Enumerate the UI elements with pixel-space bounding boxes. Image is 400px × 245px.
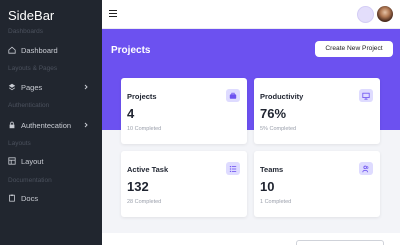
lock-icon (8, 121, 16, 129)
card-subtext: 5% Completed (260, 126, 297, 132)
stat-card-productivity: Productivity 76% 5% Completed (254, 78, 380, 144)
users-icon (359, 162, 373, 175)
card-value: 4 (127, 106, 135, 121)
create-new-project-button[interactable]: Create New Project (315, 41, 393, 57)
section-label-layouts-pages: Layouts & Pages (8, 65, 58, 72)
card-value: 10 (260, 179, 275, 194)
stat-card-active-task: Active Task 132 28 Completed (121, 151, 247, 217)
clipboard-icon (8, 194, 16, 202)
sidebar-item-label: Pages (21, 82, 43, 92)
hamburger-icon[interactable] (109, 10, 117, 17)
sidebar-item-label: Dashboard (21, 45, 58, 55)
stat-card-projects: Projects 4 10 Completed (121, 78, 247, 144)
topbar (102, 0, 400, 29)
section-label-dashboards: Dashboards (8, 28, 44, 35)
list-icon (226, 162, 240, 175)
chevron-right-icon (82, 121, 90, 129)
notification-avatar[interactable] (357, 6, 374, 23)
home-icon (8, 46, 16, 54)
sidebar-item-docs[interactable]: Docs (8, 192, 98, 204)
card-title: Productivity (260, 92, 304, 101)
section-label-layouts: Layouts (8, 140, 31, 147)
monitor-icon (359, 89, 373, 102)
layout-icon (8, 157, 16, 165)
sidebar-item-pages[interactable]: Pages (8, 81, 98, 93)
card-title: Active Task (127, 165, 169, 174)
sidebar-item-label: Docs (21, 193, 39, 203)
card-subtext: 1 Completed (260, 199, 292, 205)
card-value: 76% (260, 106, 287, 121)
briefcase-icon (226, 89, 240, 102)
card-subtext: 28 Completed (127, 199, 162, 205)
sidebar-item-dashboard[interactable]: Dashboard (8, 44, 98, 56)
user-avatar[interactable] (376, 5, 394, 23)
layers-icon (8, 83, 16, 91)
sidebar-item-label: Authentecation (21, 120, 72, 130)
card-value: 132 (127, 179, 149, 194)
page-title: Projects (111, 45, 151, 56)
sidebar: SideBar Dashboards Dashboard Layouts & P… (0, 0, 102, 245)
sidebar-item-layout[interactable]: Layout (8, 155, 98, 167)
brand-title: SideBar (8, 8, 55, 23)
sidebar-item-label: Layout (21, 156, 44, 166)
section-label-authentication: Authentication (8, 102, 50, 109)
card-title: Teams (260, 165, 284, 174)
sidebar-item-authentication[interactable]: Authentecation (8, 119, 98, 131)
bottom-panel (102, 233, 400, 245)
bottom-control[interactable] (296, 240, 384, 245)
section-label-documentation: Documentation (8, 177, 52, 184)
chevron-right-icon (82, 83, 90, 91)
stat-card-teams: Teams 10 1 Completed (254, 151, 380, 217)
card-subtext: 10 Completed (127, 126, 162, 132)
card-title: Projects (127, 92, 157, 101)
